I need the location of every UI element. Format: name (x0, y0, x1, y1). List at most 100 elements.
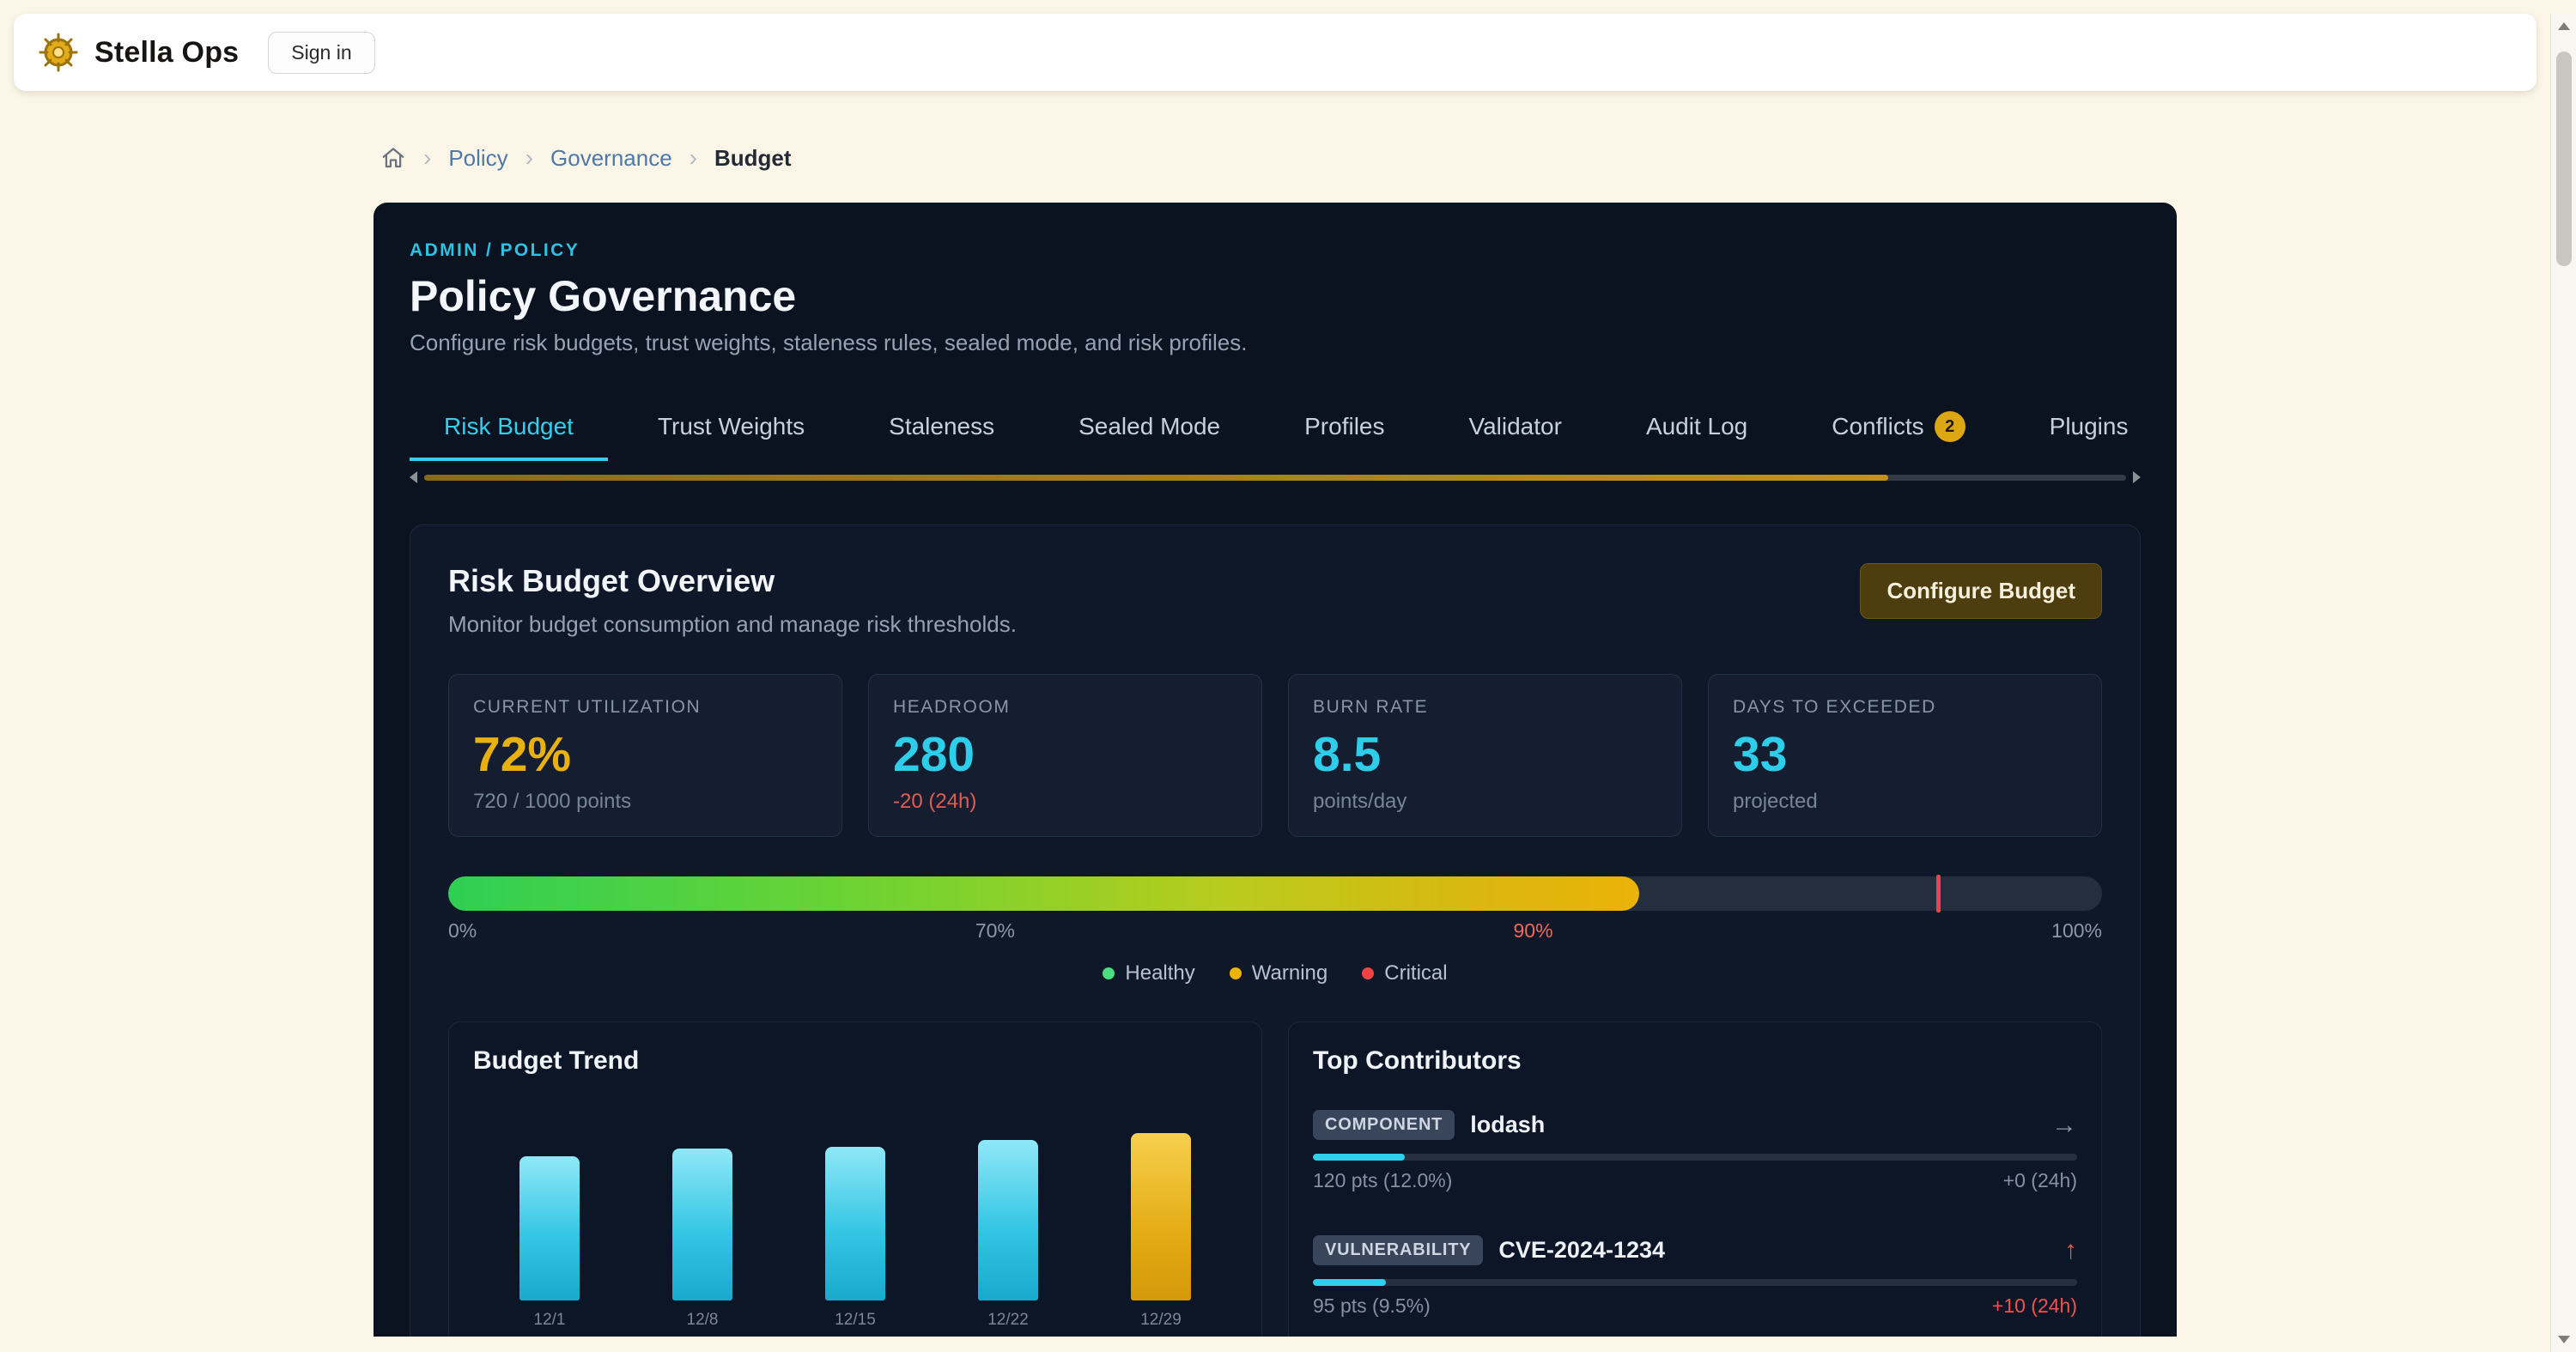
scroll-right-icon[interactable] (2133, 471, 2141, 483)
tab-risk-budget[interactable]: Risk Budget (410, 399, 608, 461)
contributor-type-badge: COMPONENT (1313, 1110, 1455, 1140)
stat-sub: points/day (1313, 790, 1657, 814)
critical-threshold-marker (1936, 875, 1941, 912)
stat-value: 72% (473, 726, 817, 783)
tab-plugins[interactable]: Plugins (2015, 399, 2141, 461)
trend-bar-group: 12/1 (519, 1156, 580, 1330)
contributor-delta: +10 (24h) (1992, 1294, 2077, 1318)
page-viewport: Stella Ops Sign in › Policy › Governance… (0, 14, 2550, 1337)
contributor-points: 95 pts (9.5%) (1313, 1294, 1431, 1318)
contributor-progress-fill (1313, 1279, 1386, 1286)
legend-critical: Critical (1362, 961, 1447, 985)
breadcrumb-current: Budget (714, 145, 792, 172)
trend-bar-group: 12/22 (978, 1140, 1038, 1330)
stat-sub: 720 / 1000 points (473, 790, 817, 814)
stat-label: CURRENT UTILIZATION (473, 697, 817, 718)
configure-budget-button[interactable]: Configure Budget (1860, 563, 2102, 619)
scrollbar-thumb[interactable] (2556, 52, 2572, 266)
budget-trend-card: Budget Trend 12/112/812/1512/2212/29 (448, 1022, 1262, 1337)
tab-profiles[interactable]: Profiles (1270, 399, 1419, 461)
tab-label: Validator (1469, 413, 1562, 440)
breadcrumb-separator-icon: › (423, 144, 431, 172)
trend-bar-label: 12/15 (835, 1311, 876, 1330)
trend-bar-label: 12/1 (534, 1311, 566, 1330)
breadcrumb-separator-icon: › (526, 144, 533, 172)
legend-label: Warning (1252, 961, 1327, 985)
overview-title: Risk Budget Overview (448, 563, 1017, 599)
policy-governance-panel: ADMIN / POLICY Policy Governance Configu… (374, 203, 2177, 1337)
page-title: Policy Governance (410, 271, 2141, 321)
contributors-list: COMPONENT lodash → 120 pts (12.0%) +0 (2… (1313, 1110, 2077, 1337)
legend-label: Critical (1384, 961, 1447, 985)
gauge-tick-70: 70% (975, 919, 1015, 943)
tab-label: Trust Weights (658, 413, 805, 440)
contributor-name: CVE-2024-1234 (1498, 1237, 1665, 1264)
browser-scrollbar[interactable] (2550, 14, 2576, 1352)
trend-bar-label: 12/22 (987, 1311, 1029, 1330)
utilization-gauge (448, 876, 2102, 911)
trend-bar (1131, 1133, 1191, 1300)
legend-label: Healthy (1125, 961, 1194, 985)
gauge-tick-0: 0% (448, 919, 477, 943)
scroll-up-icon[interactable] (2558, 22, 2570, 30)
stat-value: 280 (893, 726, 1237, 783)
page-subtitle: Configure risk budgets, trust weights, s… (410, 330, 2141, 356)
legend-healthy: Healthy (1103, 961, 1194, 985)
breadcrumb: › Policy › Governance › Budget (374, 144, 2177, 172)
tab-strip-scrollbar (410, 471, 2141, 483)
top-contributors-card: Top Contributors COMPONENT lodash → (1288, 1022, 2102, 1337)
tab-label: Staleness (889, 413, 994, 440)
tab-label: Sealed Mode (1078, 413, 1220, 440)
trend-bar (519, 1156, 580, 1300)
contributor-progress-fill (1313, 1154, 1405, 1161)
contributor-item-cve-2024-1234[interactable]: VULNERABILITY CVE-2024-1234 ↑ 95 pts (9.… (1313, 1235, 2077, 1318)
trend-bar-label: 12/8 (687, 1311, 719, 1330)
stat-sub: projected (1733, 790, 2077, 814)
stat-burn-rate: BURN RATE 8.5 points/day (1288, 674, 1682, 837)
sign-in-button[interactable]: Sign in (268, 32, 374, 74)
stella-ops-logo (38, 32, 79, 73)
breadcrumb-link-policy[interactable]: Policy (448, 145, 507, 172)
stat-value: 8.5 (1313, 726, 1657, 783)
conflicts-count-badge: 2 (1935, 411, 1965, 442)
tab-scrollbar-thumb[interactable] (424, 475, 1888, 481)
overview-subtitle: Monitor budget consumption and manage ri… (448, 611, 1017, 638)
contributor-progress-track (1313, 1154, 2077, 1161)
tab-conflicts[interactable]: Conflicts 2 (1797, 399, 1999, 461)
brand[interactable]: Stella Ops (38, 32, 239, 73)
tab-sealed-mode[interactable]: Sealed Mode (1044, 399, 1255, 461)
section-eyebrow: ADMIN / POLICY (410, 240, 2141, 261)
contributor-item-lodash[interactable]: COMPONENT lodash → 120 pts (12.0%) +0 (2… (1313, 1110, 2077, 1192)
trend-bar (825, 1147, 885, 1300)
critical-dot-icon (1362, 967, 1374, 979)
stat-sub: -20 (24h) (893, 790, 1237, 814)
trend-bar-group: 12/15 (825, 1147, 885, 1330)
home-icon[interactable] (380, 145, 406, 171)
scroll-left-icon[interactable] (410, 471, 417, 483)
stat-value: 33 (1733, 726, 2077, 783)
tab-label: Risk Budget (444, 413, 574, 440)
trend-bar-group: 12/29 (1131, 1133, 1191, 1330)
tab-staleness[interactable]: Staleness (854, 399, 1029, 461)
topbar: Stella Ops Sign in (14, 14, 2537, 91)
utilization-gauge-fill (448, 876, 1639, 911)
stat-current-utilization: CURRENT UTILIZATION 72% 720 / 1000 point… (448, 674, 842, 837)
breadcrumb-separator-icon: › (690, 144, 697, 172)
breadcrumb-link-governance[interactable]: Governance (550, 145, 672, 172)
trend-bar-group: 12/8 (672, 1149, 732, 1330)
top-contributors-title: Top Contributors (1313, 1046, 2077, 1076)
tab-trust-weights[interactable]: Trust Weights (623, 399, 839, 461)
trend-bar (672, 1149, 732, 1300)
scroll-down-icon[interactable] (2558, 1336, 2570, 1343)
tab-audit-log[interactable]: Audit Log (1612, 399, 1782, 461)
risk-budget-overview-card: Risk Budget Overview Monitor budget cons… (410, 524, 2141, 1337)
healthy-dot-icon (1103, 967, 1115, 979)
trend-flat-icon: → (2051, 1111, 2077, 1140)
gauge-legend: Healthy Warning Critical (448, 961, 2102, 985)
tab-scrollbar-track[interactable] (424, 475, 2126, 481)
stat-label: BURN RATE (1313, 697, 1657, 718)
tab-validator[interactable]: Validator (1435, 399, 1596, 461)
tab-strip: Risk Budget Trust Weights Staleness Seal… (410, 399, 2141, 461)
contributor-progress-track (1313, 1279, 2077, 1286)
gauge-tick-90: 90% (1514, 919, 1553, 943)
